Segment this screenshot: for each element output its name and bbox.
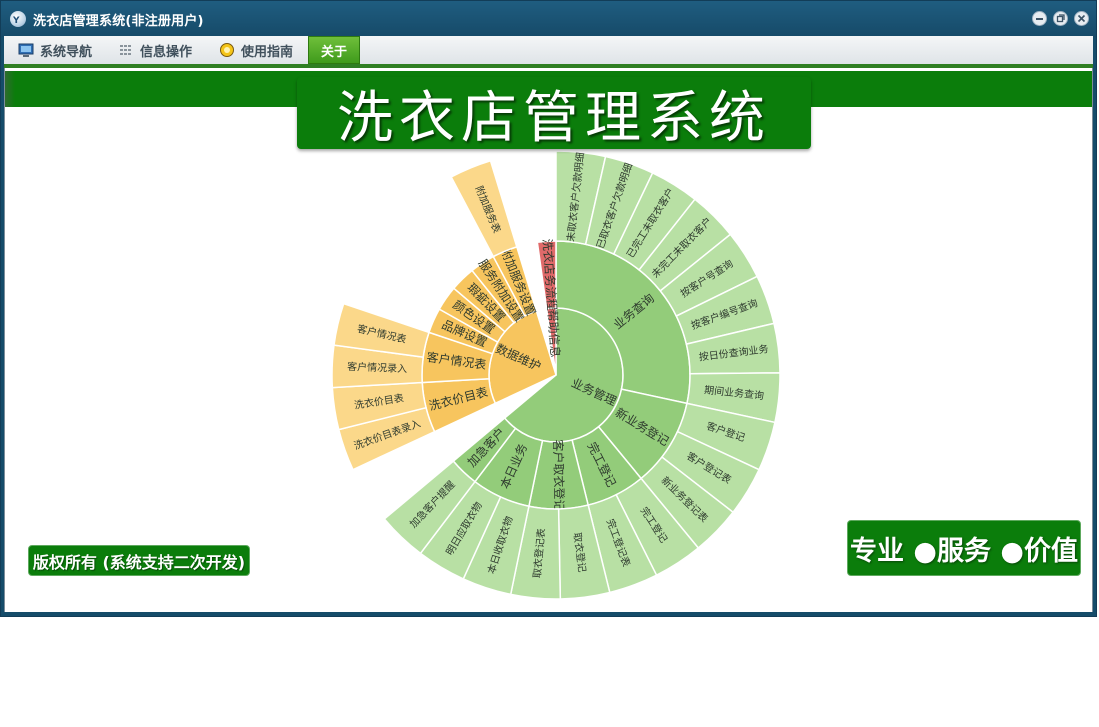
slogan-badge: 专业 ●服务 ●价值	[847, 520, 1081, 576]
sunburst-sector-0-3-label: 客户取衣登记	[551, 439, 567, 511]
slogan-text: 专业 ●服务 ●价值	[850, 535, 1078, 567]
copyright-text: 版权所有 (系统支持二次开发)	[32, 552, 246, 572]
copyright-badge: 版权所有 (系统支持二次开发)	[28, 545, 250, 576]
banner: 洗衣店管理系统	[297, 77, 811, 151]
banner-title: 洗衣店管理系统	[337, 85, 771, 151]
